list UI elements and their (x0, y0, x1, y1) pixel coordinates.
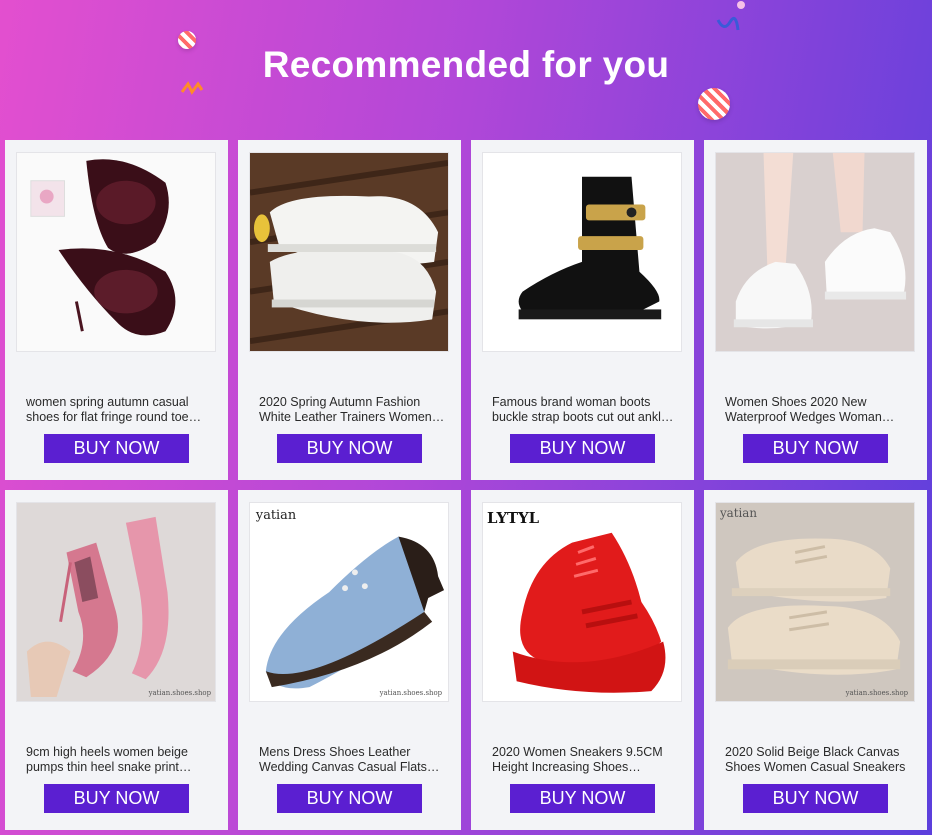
product-card[interactable]: women spring autumn casual shoes for fla… (5, 140, 228, 480)
product-title[interactable]: 2020 Solid Beige Black Canvas Shoes Wome… (725, 745, 911, 775)
product-card[interactable]: LYTYL 2020 Women Sneakers 9.5CM Height I… (471, 490, 694, 830)
buy-now-button[interactable]: BUY NOW (277, 434, 422, 463)
page-title: Recommended for you (262, 44, 670, 85)
product-image[interactable] (715, 152, 915, 352)
product-title[interactable]: 9cm high heels women beige pumps thin he… (26, 745, 212, 775)
red-platform-sneaker-image: LYTYL (483, 503, 681, 701)
banner: Recommended for you (0, 0, 932, 140)
product-image[interactable]: yatian.shoes.shop (16, 502, 216, 702)
product-image[interactable] (16, 152, 216, 352)
blue-canvas-shoe-image: yatian yatian.shoes.shop (250, 503, 448, 701)
watermark-text: yatian.shoes.shop (148, 689, 212, 697)
product-image[interactable] (249, 152, 449, 352)
product-image[interactable]: yatian yatian.shoes.shop (715, 502, 915, 702)
product-card[interactable]: Famous brand woman boots buckle strap bo… (471, 140, 694, 480)
white-wedge-sneakers-image (716, 153, 914, 351)
product-image[interactable]: yatian yatian.shoes.shop (249, 502, 449, 702)
black-buckle-boot-image (483, 153, 681, 351)
product-image[interactable]: LYTYL (482, 502, 682, 702)
product-title[interactable]: Women Shoes 2020 New Waterproof Wedges W… (725, 395, 911, 425)
product-title[interactable]: 2020 Women Sneakers 9.5CM Height Increas… (492, 745, 678, 775)
white-leather-trainers-image (250, 153, 448, 351)
buy-now-button[interactable]: BUY NOW (277, 784, 422, 813)
confetti-icon (737, 1, 745, 9)
product-title[interactable]: 2020 Spring Autumn Fashion White Leather… (259, 395, 445, 425)
watermark-text: yatian.shoes.shop (379, 689, 443, 697)
buy-now-button[interactable]: BUY NOW (44, 784, 189, 813)
product-card[interactable]: yatian yatian.shoes.shop 2020 Solid Beig… (704, 490, 927, 830)
beige-canvas-sneakers-image: yatian yatian.shoes.shop (716, 503, 914, 701)
product-grid: women spring autumn casual shoes for fla… (5, 140, 927, 830)
striped-ball-decoration (698, 88, 730, 120)
product-card[interactable]: 2020 Spring Autumn Fashion White Leather… (238, 140, 461, 480)
watermark-text: yatian.shoes.shop (845, 689, 909, 697)
brand-text: LYTYL (487, 509, 540, 527)
buy-now-button[interactable]: BUY NOW (44, 434, 189, 463)
product-card[interactable]: yatian.shoes.shop 9cm high heels women b… (5, 490, 228, 830)
product-image[interactable] (482, 152, 682, 352)
burgundy-oxford-shoes-image (17, 153, 215, 351)
product-title[interactable]: women spring autumn casual shoes for fla… (26, 395, 212, 425)
product-card[interactable]: yatian yatian.shoes.shop Mens Dress Shoe… (238, 490, 461, 830)
confetti-icon (716, 16, 740, 31)
buy-now-button[interactable]: BUY NOW (743, 784, 888, 813)
buy-now-button[interactable]: BUY NOW (743, 434, 888, 463)
brand-text: yatian (255, 508, 296, 523)
product-title[interactable]: Mens Dress Shoes Leather Wedding Canvas … (259, 745, 445, 775)
pink-snake-heels-image: yatian.shoes.shop (17, 503, 215, 701)
buy-now-button[interactable]: BUY NOW (510, 434, 655, 463)
product-title[interactable]: Famous brand woman boots buckle strap bo… (492, 395, 678, 425)
brand-text: yatian (719, 506, 757, 520)
buy-now-button[interactable]: BUY NOW (510, 784, 655, 813)
product-card[interactable]: Women Shoes 2020 New Waterproof Wedges W… (704, 140, 927, 480)
